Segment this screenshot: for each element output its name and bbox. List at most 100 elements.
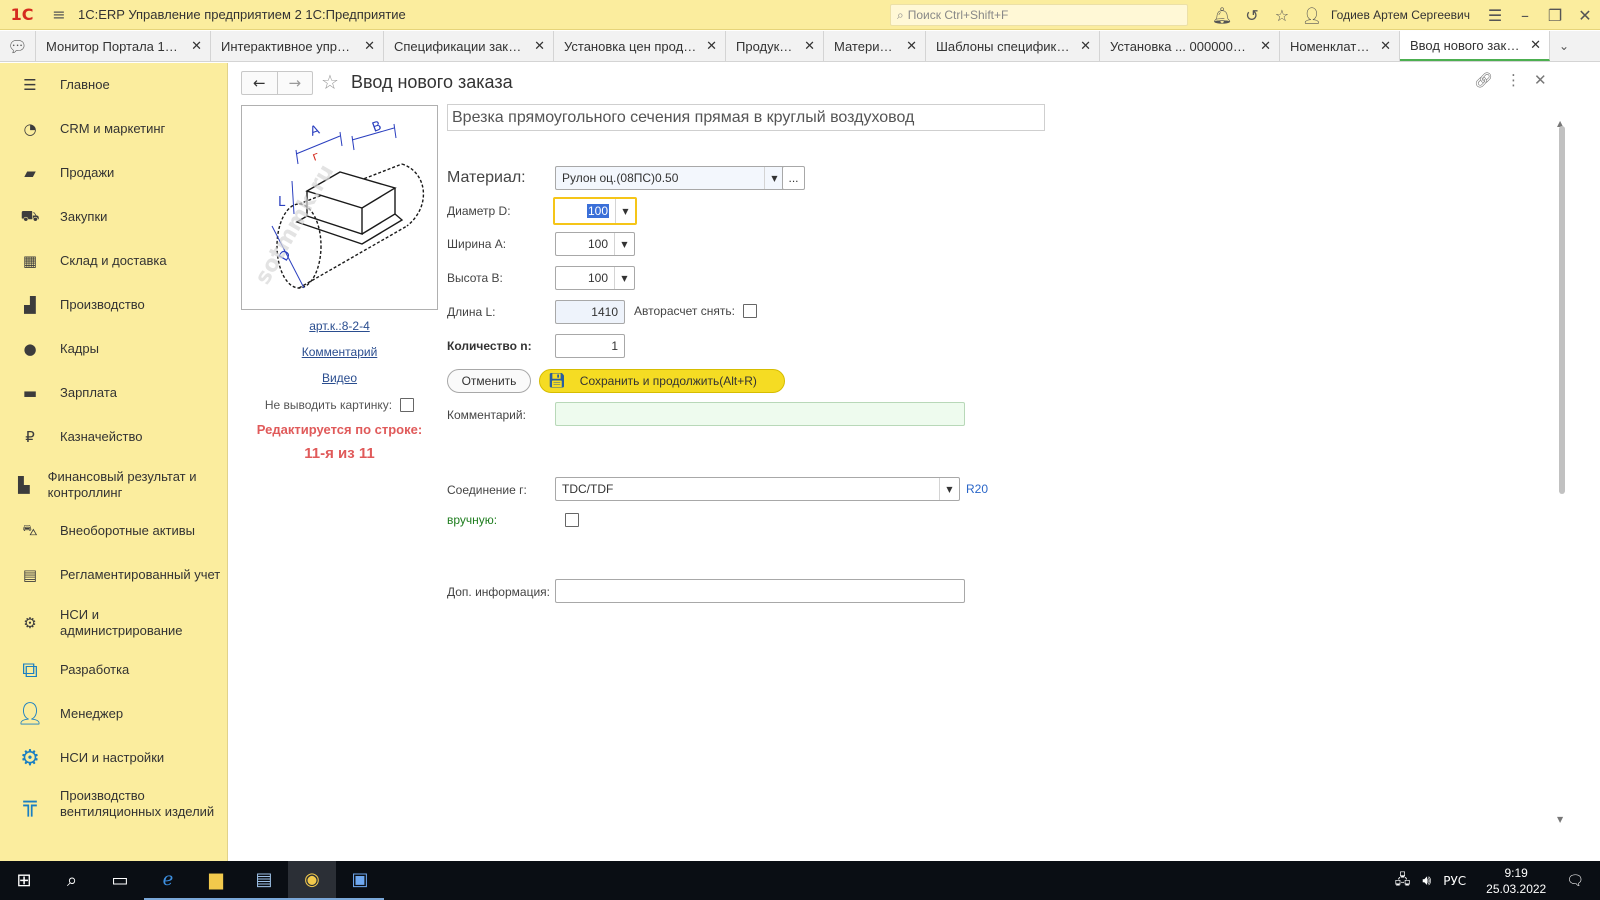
close-icon[interactable]: ✕	[1260, 38, 1271, 54]
task-view-icon[interactable]: ▭	[96, 861, 144, 900]
tab-materials[interactable]: Материалы ✕	[824, 31, 926, 61]
sidebar-item-sales[interactable]: ▰ Продажи	[0, 162, 228, 184]
network-app-icon[interactable]: ▤	[240, 861, 288, 900]
back-arrow-icon[interactable]: ←	[242, 72, 278, 94]
manual-checkbox[interactable]	[565, 513, 579, 527]
folder-icon[interactable]: ▆	[192, 861, 240, 900]
restore-icon[interactable]: ❐	[1540, 0, 1570, 30]
tab-order-specs[interactable]: Спецификации заказов ✕	[384, 31, 554, 61]
scroll-down-icon[interactable]: ▼	[1557, 815, 1563, 824]
sidebar-item-label: Кадры	[60, 341, 99, 356]
bell-icon[interactable]: 🔔︎	[1207, 0, 1237, 30]
more-icon[interactable]: ⋮	[1506, 71, 1521, 89]
comment-link[interactable]: Комментарий	[241, 345, 438, 359]
cancel-label: Отменить	[461, 374, 517, 388]
sidebar-item-fixed-assets[interactable]: ⛍ Внеоборотные активы	[0, 520, 228, 542]
article-link[interactable]: арт.к.:8-2-4	[241, 319, 438, 333]
chevron-down-icon[interactable]: ▼	[614, 267, 634, 289]
speaker-icon[interactable]: 🔊︎	[1422, 873, 1431, 889]
network-icon[interactable]: 🖧︎	[1395, 869, 1411, 893]
minimize-icon[interactable]: –	[1510, 0, 1540, 30]
sidebar-item-purchases[interactable]: ⛟ Закупки	[0, 206, 228, 228]
no-picture-checkbox[interactable]	[400, 398, 415, 412]
autocalc-checkbox[interactable]	[742, 304, 757, 318]
settings-menu-icon[interactable]: ☰	[1480, 0, 1510, 30]
close-icon[interactable]: ✕	[706, 38, 717, 54]
material-select[interactable]: Рулон оц.(08ПС)0.50 ▼	[555, 166, 785, 190]
tab-nomenclature[interactable]: Номенклатура ✕	[1280, 31, 1400, 61]
tab-products[interactable]: Продукция ✕	[726, 31, 824, 61]
close-window-icon[interactable]: ✕	[1570, 0, 1600, 30]
history-icon[interactable]: ↺	[1237, 0, 1267, 30]
svg-text:B: B	[370, 119, 384, 136]
chevron-down-icon[interactable]: ▼	[615, 199, 635, 223]
width-field[interactable]: 100 ▼	[555, 232, 635, 256]
tab-interactive[interactable]: Интерактивное управ... ✕	[211, 31, 384, 61]
menu-icon: ☰	[23, 76, 37, 94]
sidebar-item-finance[interactable]: ▙ Финансовый результат и контроллинг	[0, 467, 228, 503]
close-icon[interactable]: ✕	[364, 38, 375, 54]
sidebar-item-treasury[interactable]: ₽ Казначейство	[0, 426, 228, 448]
sidebar-item-manager[interactable]: 👤︎ Менеджер	[0, 701, 228, 727]
diameter-field[interactable]: 100 ▼	[553, 197, 637, 225]
connection-select[interactable]: TDC/TDF ▼	[555, 477, 960, 501]
user-icon[interactable]: 👤︎	[1297, 0, 1327, 30]
star-icon[interactable]: ☆	[1267, 0, 1297, 30]
material-more-button[interactable]: ...	[782, 166, 805, 190]
sidebar-item-main[interactable]: ☰ Главное	[0, 74, 228, 96]
extra-info-field[interactable]	[555, 579, 965, 603]
sidebar-item-ventilation[interactable]: ╦ Производство вентиляционных изделий	[0, 786, 228, 822]
sidebar-item-regulated-accounting[interactable]: ▤ Регламентированный учет	[0, 564, 228, 586]
sidebar-item-admin[interactable]: ⚙ НСИ и администрирование	[0, 605, 228, 641]
video-link[interactable]: Видео	[241, 371, 438, 385]
sidebar-item-production[interactable]: ▟ Производство	[0, 294, 228, 316]
language-indicator[interactable]: РУС	[1443, 874, 1466, 888]
forward-arrow-icon[interactable]: →	[278, 72, 313, 94]
windows-start-icon[interactable]: ⊞	[0, 861, 48, 900]
close-icon[interactable]: ✕	[906, 38, 917, 54]
close-icon[interactable]: ✕	[1080, 38, 1091, 54]
save-continue-button[interactable]: 💾︎ Сохранить и продолжить(Alt+R)	[539, 369, 785, 393]
chevron-down-icon[interactable]: ▼	[764, 167, 784, 189]
main-menu-icon[interactable]: ≡	[44, 0, 74, 30]
clock[interactable]: 9:19 25.03.2022	[1486, 865, 1546, 897]
browser-icon[interactable]: ℯ	[144, 861, 192, 900]
sidebar-item-warehouse[interactable]: ▦ Склад и доставка	[0, 250, 228, 272]
wallet-icon: ▬	[22, 384, 38, 402]
sidebar-item-development[interactable]: ⧉ Разработка	[0, 657, 228, 683]
close-icon[interactable]: ✕	[804, 38, 815, 54]
sidebar-item-salary[interactable]: ▬ Зарплата	[0, 382, 228, 404]
close-icon[interactable]: ✕	[1530, 37, 1541, 53]
close-icon[interactable]: ✕	[1380, 38, 1391, 54]
user-name[interactable]: Годиев Артем Сергеевич	[1331, 8, 1470, 22]
chevron-down-icon[interactable]: ▼	[939, 478, 959, 500]
tabs-more-icon[interactable]: ⌄	[1550, 31, 1578, 61]
document-app-icon[interactable]: ▣	[336, 861, 384, 900]
close-icon[interactable]: ✕	[1534, 71, 1547, 89]
link-icon[interactable]: 🔗︎	[1474, 71, 1493, 89]
chevron-down-icon[interactable]: ▼	[614, 233, 634, 255]
favorite-star-icon[interactable]: ☆	[321, 70, 339, 94]
close-icon[interactable]: ✕	[191, 38, 202, 54]
product-name-field[interactable]: Врезка прямоугольного сечения прямая в к…	[447, 104, 1045, 131]
sidebar-item-hr[interactable]: ● Кадры	[0, 338, 228, 360]
sidebar-item-crm[interactable]: ◔ CRM и маркетинг	[0, 118, 228, 140]
tab-label: Установка цен продук...	[564, 38, 699, 54]
search-icon[interactable]: ⌕	[48, 861, 96, 900]
sidebar-item-settings[interactable]: ⚙ НСИ и настройки	[0, 745, 228, 771]
cancel-button[interactable]: Отменить	[447, 369, 531, 393]
tab-price-setup[interactable]: Установка цен продук... ✕	[554, 31, 726, 61]
tab-new-order[interactable]: Ввод нового заказа ✕	[1400, 31, 1550, 61]
height-field[interactable]: 100 ▼	[555, 266, 635, 290]
chat-icon[interactable]: 💬︎	[0, 31, 36, 61]
1c-app-icon[interactable]: ◉	[288, 861, 336, 900]
quantity-field[interactable]: 1	[555, 334, 625, 358]
notifications-icon[interactable]: 🗨︎	[1566, 873, 1584, 889]
search-input[interactable]: ⌕ Поиск Ctrl+Shift+F	[890, 4, 1188, 26]
tab-portal-monitor[interactable]: Монитор Портала 1С:... ✕	[36, 31, 211, 61]
tab-spec-templates[interactable]: Шаблоны спецификации ✕	[926, 31, 1100, 61]
comment-field[interactable]	[555, 402, 965, 426]
close-icon[interactable]: ✕	[534, 38, 545, 54]
tab-setup-doc[interactable]: Установка ... 000000025 ✕	[1100, 31, 1280, 61]
scrollbar-thumb[interactable]	[1559, 126, 1565, 494]
